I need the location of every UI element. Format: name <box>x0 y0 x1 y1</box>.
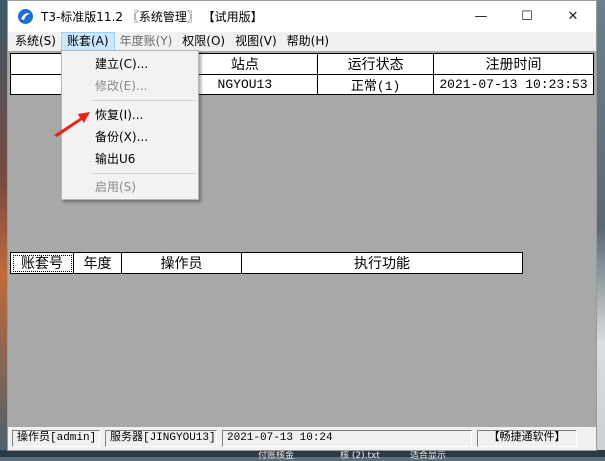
table-cell: 正常(1) <box>317 74 434 95</box>
maximize-button[interactable]: ☐ <box>504 1 550 32</box>
minimize-button[interactable]: — <box>458 1 504 32</box>
menu-item-modify[interactable]: 修改(E)... <box>62 76 198 96</box>
close-button[interactable]: ✕ <box>550 1 596 32</box>
menu-account-set[interactable]: 账套(A) <box>60 32 115 51</box>
window-controls: — ☐ ✕ <box>458 1 596 32</box>
desktop-taskbar-strip: 付账核金 核 (2).txt 适合显示 <box>0 450 605 461</box>
column-header[interactable]: 运行状态 <box>317 53 434 75</box>
status-server: 服务器[JINGYOU13] <box>105 430 217 447</box>
column-header[interactable]: 注册时间 <box>433 53 594 75</box>
window-title: T3-标准版11.2 〖系统管理〗 【试用版】 <box>41 10 263 24</box>
menu-item-restore[interactable]: 恢复(I)... <box>62 105 198 125</box>
status-datetime: 2021-07-13 10:24 <box>222 430 472 447</box>
table-cell: 2021-07-13 10:23:53 <box>433 74 594 95</box>
menu-separator <box>92 173 196 174</box>
operator-task-table: 账套号 年度 操作员 执行功能 <box>10 252 523 274</box>
column-header[interactable]: 执行功能 <box>241 252 523 274</box>
menu-separator <box>92 100 196 101</box>
menu-item-enable[interactable]: 启用(S) <box>62 177 198 197</box>
menu-permissions[interactable]: 权限(O) <box>177 32 230 51</box>
account-set-dropdown-menu: 建立(C)... 修改(E)... 恢复(I)... 备份(X)... 输出U6… <box>61 50 199 200</box>
column-header[interactable]: 年度 <box>73 252 122 274</box>
column-header[interactable]: 账套号 <box>10 252 74 274</box>
column-header[interactable]: 操作员 <box>121 252 242 274</box>
app-logo-icon <box>18 9 33 24</box>
table-header-row: 账套号 年度 操作员 执行功能 <box>10 252 523 274</box>
menu-bar: 系统(S) 账套(A) 年度账(Y) 权限(O) 视图(V) 帮助(H) <box>8 32 596 51</box>
menu-item-create[interactable]: 建立(C)... <box>62 54 198 74</box>
menu-help[interactable]: 帮助(H) <box>282 32 334 51</box>
menu-view[interactable]: 视图(V) <box>230 32 282 51</box>
menu-item-export-u6[interactable]: 输出U6 <box>62 149 198 169</box>
status-operator: 操作员[admin] <box>12 430 100 447</box>
menu-system[interactable]: 系统(S) <box>10 32 61 51</box>
status-bar: 操作员[admin] 服务器[JINGYOU13] 2021-07-13 10:… <box>8 427 596 450</box>
status-brand: 【畅捷通软件】 <box>477 430 577 447</box>
menu-item-backup[interactable]: 备份(X)... <box>62 127 198 147</box>
title-bar[interactable]: T3-标准版11.2 〖系统管理〗 【试用版】 — ☐ ✕ <box>8 1 596 32</box>
menu-fiscal-year[interactable]: 年度账(Y) <box>115 32 178 51</box>
